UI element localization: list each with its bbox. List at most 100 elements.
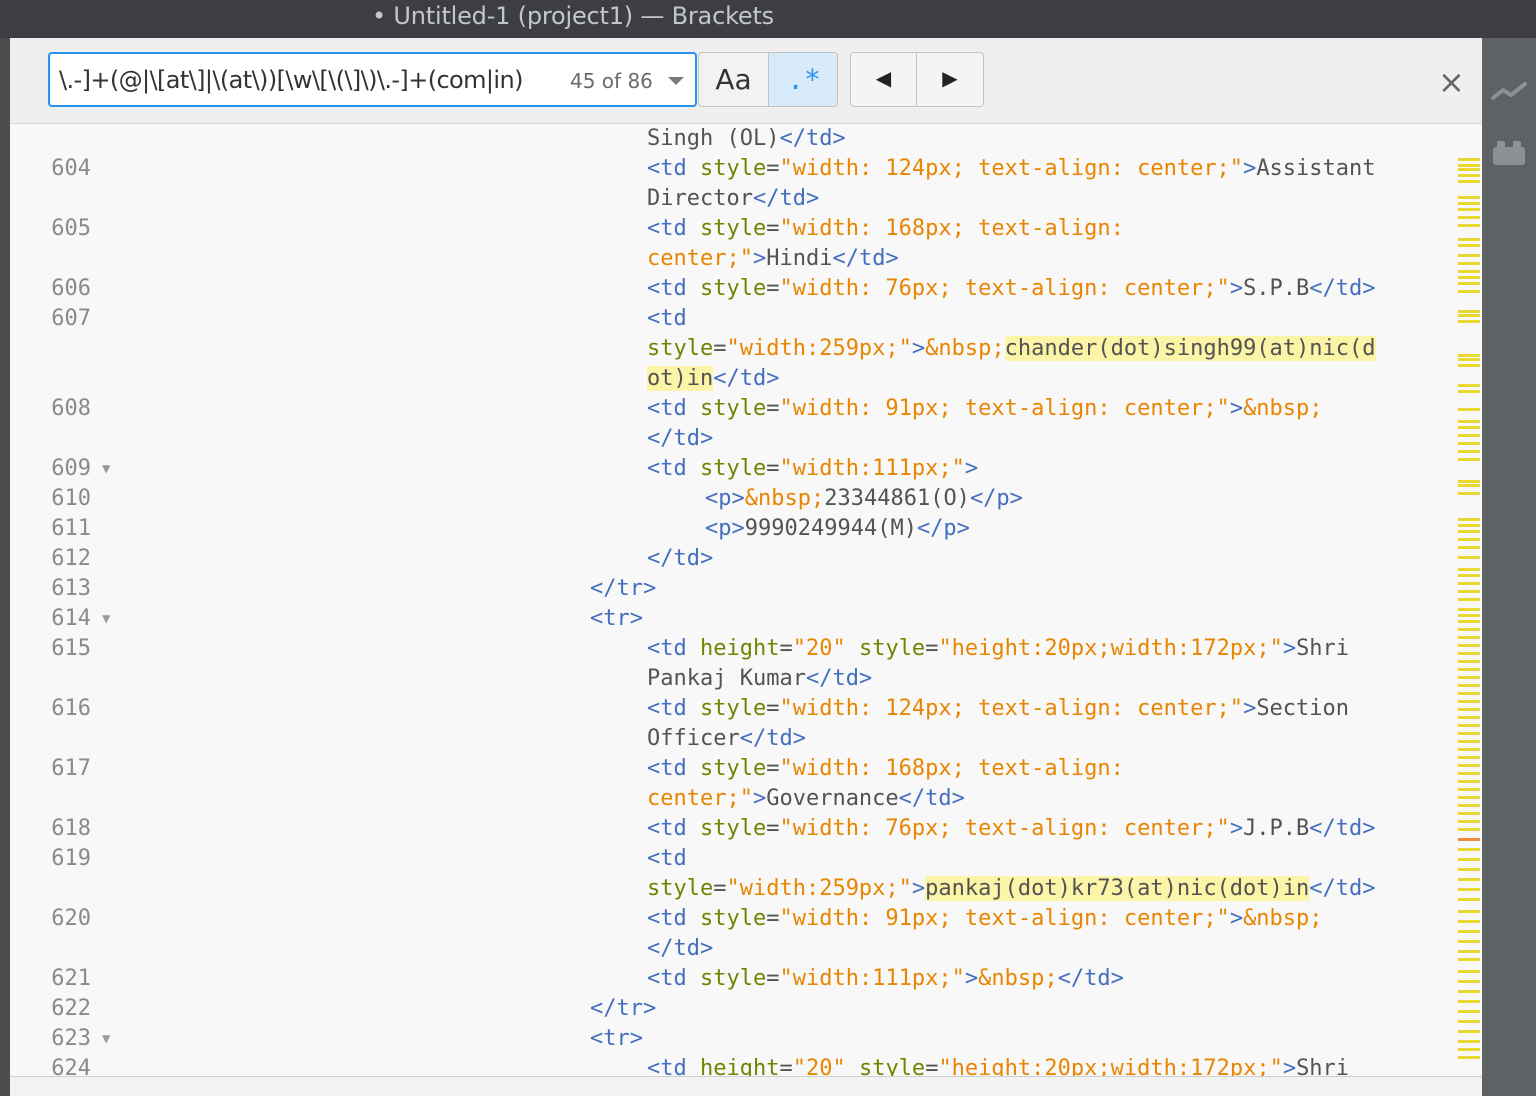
code-line[interactable]: 622 </tr> [10, 994, 1450, 1024]
match-marker[interactable] [1458, 820, 1480, 823]
code-line[interactable]: 604 <td style="width: 124px; text-align: … [10, 154, 1450, 184]
code-text[interactable]: ot)in</td> [647, 364, 779, 394]
code-line[interactable]: 623 ▼ <tr> [10, 1024, 1450, 1054]
match-marker[interactable] [1458, 1000, 1480, 1003]
fold-triangle-icon[interactable]: ▼ [102, 1024, 110, 1054]
match-marker[interactable] [1458, 828, 1480, 831]
fold-triangle-icon[interactable]: ▼ [102, 604, 110, 634]
code-text[interactable]: <td style="width:111px;">&nbsp;</td> [647, 964, 1124, 994]
match-marker[interactable] [1458, 244, 1480, 247]
match-marker[interactable] [1458, 518, 1480, 521]
match-marker[interactable] [1458, 598, 1480, 601]
match-marker[interactable] [1458, 676, 1480, 679]
match-marker[interactable] [1458, 724, 1480, 727]
code-text[interactable]: </td> [647, 424, 713, 454]
match-marker[interactable] [1458, 282, 1480, 285]
match-marker[interactable] [1458, 420, 1480, 423]
match-marker[interactable] [1458, 1020, 1480, 1023]
code-text[interactable]: <td [647, 304, 687, 334]
code-text[interactable]: <td style="width: 91px; text-align: cent… [647, 904, 1323, 934]
code-text[interactable]: center;">Hindi</td> [647, 244, 899, 274]
live-preview-icon[interactable] [1491, 76, 1527, 106]
match-marker[interactable] [1458, 1030, 1480, 1033]
match-marker[interactable] [1458, 546, 1480, 549]
code-text[interactable]: <td style="width: 76px; text-align: cent… [647, 814, 1376, 844]
match-marker[interactable] [1458, 556, 1480, 559]
match-marker[interactable] [1458, 276, 1480, 279]
code-line[interactable]: 619 <td [10, 844, 1450, 874]
code-line[interactable]: 613 </tr> [10, 574, 1450, 604]
match-marker[interactable] [1458, 780, 1480, 783]
match-marker[interactable] [1458, 848, 1480, 851]
match-marker[interactable] [1458, 732, 1480, 735]
match-marker[interactable] [1458, 772, 1480, 775]
match-marker[interactable] [1458, 208, 1480, 211]
match-marker[interactable] [1458, 756, 1480, 759]
match-marker[interactable] [1458, 684, 1480, 687]
code-line[interactable]: 612 </td> [10, 544, 1450, 574]
code-line[interactable]: center;">Governance</td> [10, 784, 1450, 814]
match-marker[interactable] [1458, 804, 1480, 807]
match-marker[interactable] [1458, 858, 1480, 861]
current-match-marker[interactable] [1458, 838, 1480, 841]
find-next-button[interactable]: ▶ [917, 53, 983, 106]
match-marker[interactable] [1458, 970, 1480, 973]
match-marker[interactable] [1458, 950, 1480, 953]
code-line[interactable]: Pankaj Kumar</td> [10, 664, 1450, 694]
match-marker[interactable] [1458, 320, 1480, 323]
code-text[interactable]: center;">Governance</td> [647, 784, 965, 814]
match-marker[interactable] [1458, 708, 1480, 711]
match-marker[interactable] [1458, 748, 1480, 751]
code-text[interactable]: <td style="width: 76px; text-align: cent… [647, 274, 1376, 304]
code-text[interactable]: <td [647, 844, 687, 874]
match-marker[interactable] [1458, 434, 1480, 437]
code-line[interactable]: 610 <p>&nbsp;23344861(O)</p> [10, 484, 1450, 514]
code-line[interactable]: </td> [10, 934, 1450, 964]
match-marker[interactable] [1458, 692, 1480, 695]
code-text[interactable]: <td height="20" style="height:20px;width… [647, 634, 1349, 664]
match-marker[interactable] [1458, 310, 1480, 313]
code-text[interactable]: </td> [647, 544, 713, 574]
match-marker[interactable] [1458, 358, 1480, 361]
match-marker[interactable] [1458, 764, 1480, 767]
match-marker[interactable] [1458, 716, 1480, 719]
code-text[interactable]: </td> [647, 934, 713, 964]
match-marker[interactable] [1458, 660, 1480, 663]
match-marker[interactable] [1458, 668, 1480, 671]
code-line[interactable]: Officer</td> [10, 724, 1450, 754]
regex-toggle[interactable]: .* [769, 53, 837, 106]
code-line[interactable]: center;">Hindi</td> [10, 244, 1450, 274]
match-marker[interactable] [1458, 796, 1480, 799]
match-marker[interactable] [1458, 164, 1480, 167]
code-line[interactable]: 611 <p>9990249944(M)</p> [10, 514, 1450, 544]
code-line[interactable]: Director</td> [10, 184, 1450, 214]
match-marker[interactable] [1458, 364, 1480, 367]
find-history-dropdown-icon[interactable] [666, 72, 686, 93]
code-line[interactable]: 609 ▼ <td style="width:111px;"> [10, 454, 1450, 484]
match-marker[interactable] [1458, 530, 1480, 533]
match-marker[interactable] [1458, 898, 1480, 901]
match-marker[interactable] [1458, 628, 1480, 631]
match-marker[interactable] [1458, 270, 1480, 273]
fold-triangle-icon[interactable]: ▼ [102, 454, 110, 484]
code-line[interactable]: 624 <td height="20" style="height:20px;wi… [10, 1054, 1450, 1076]
match-marker[interactable] [1458, 878, 1480, 881]
match-marker[interactable] [1458, 868, 1480, 871]
match-marker[interactable] [1458, 620, 1480, 623]
match-marker[interactable] [1458, 480, 1480, 483]
sidebar-edge[interactable] [0, 38, 10, 1096]
match-marker[interactable] [1458, 174, 1480, 177]
match-marker[interactable] [1458, 492, 1480, 495]
code-text[interactable]: <td style="width: 168px; text-align: [647, 214, 1124, 244]
code-line[interactable]: 618 <td style="width: 76px; text-align: c… [10, 814, 1450, 844]
match-marker[interactable] [1458, 524, 1480, 527]
code-text[interactable]: <td style="width:111px;"> [647, 454, 978, 484]
close-find-button[interactable]: × [1438, 66, 1465, 98]
code-line[interactable]: 606 <td style="width: 76px; text-align: c… [10, 274, 1450, 304]
code-text[interactable]: Singh (OL)</td> [647, 124, 846, 154]
code-text[interactable]: <tr> [590, 1024, 643, 1054]
match-marker[interactable] [1458, 980, 1480, 983]
match-marker[interactable] [1458, 652, 1480, 655]
match-marker[interactable] [1458, 940, 1480, 943]
code-text[interactable]: </tr> [590, 574, 656, 604]
